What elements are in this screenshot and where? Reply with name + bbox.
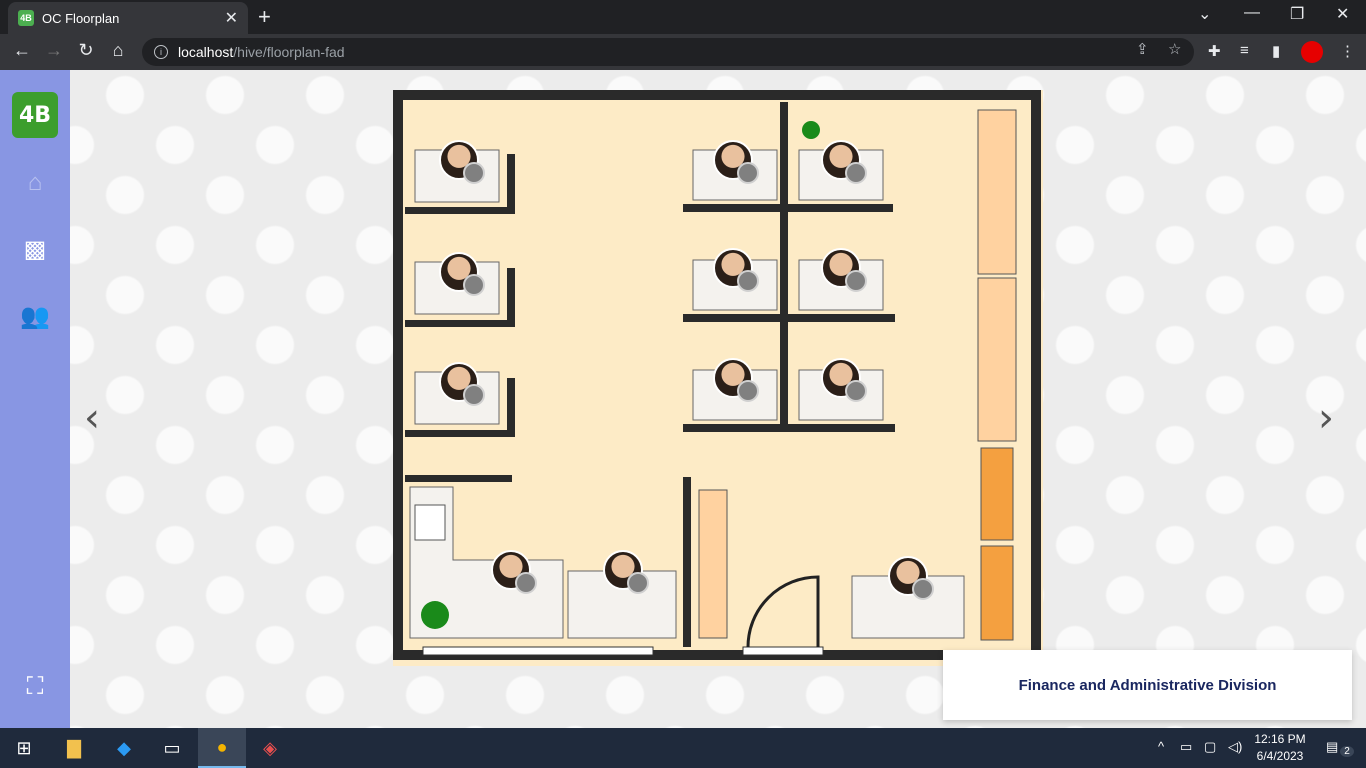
employee-avatar[interactable]: [821, 140, 867, 184]
close-tab-icon[interactable]: ✕: [225, 8, 238, 28]
employee-avatar[interactable]: [491, 550, 537, 594]
status-indicator: [515, 572, 537, 594]
forward-icon[interactable]: →: [42, 40, 66, 61]
tray-chevron-icon[interactable]: ^: [1158, 739, 1164, 754]
next-arrow-icon[interactable]: ›: [1318, 395, 1334, 441]
home-icon[interactable]: ⌂: [20, 168, 50, 198]
map-icon[interactable]: ▩: [20, 235, 50, 265]
taskbar: ⊞ ▇ ◆ ▭ ● ◈ ^ ▭ ▢ ◁) 12:16 PM 6/4/2023 ▤…: [0, 728, 1366, 768]
status-indicator: [737, 270, 759, 292]
home-browser-icon[interactable]: ⌂: [106, 40, 130, 61]
status-indicator: [627, 572, 649, 594]
reload-icon[interactable]: ↻: [74, 40, 98, 61]
extensions-icon[interactable]: ✚: [1208, 42, 1221, 60]
notification-center-icon[interactable]: ▤: [1326, 739, 1338, 755]
employee-avatar[interactable]: [439, 252, 485, 296]
volume-icon[interactable]: ◁): [1228, 739, 1242, 755]
status-indicator: [737, 380, 759, 402]
menu-kebab-icon[interactable]: ⋮: [1340, 42, 1355, 60]
floorplan: [393, 90, 1043, 666]
browser-tab[interactable]: 4B OC Floorplan ✕: [8, 2, 248, 34]
previous-arrow-icon[interactable]: ‹: [84, 395, 100, 441]
employee-avatar[interactable]: [821, 248, 867, 292]
share-icon[interactable]: ⇪: [1136, 40, 1149, 58]
windows-start-icon[interactable]: ⊞: [0, 728, 48, 768]
status-indicator: [912, 578, 934, 600]
url-host: localhost: [178, 44, 234, 60]
new-tab-icon[interactable]: +: [258, 4, 271, 30]
status-indicator: [463, 384, 485, 406]
employee-avatar[interactable]: [603, 550, 649, 594]
terminal-icon[interactable]: ▭: [148, 728, 196, 768]
side-panel-icon[interactable]: ▮: [1272, 42, 1280, 60]
url-path: /hive/floorplan-fad: [233, 44, 345, 60]
clock-date: 6/4/2023: [1256, 749, 1304, 763]
employee-avatar[interactable]: [821, 358, 867, 402]
back-icon[interactable]: ←: [10, 40, 34, 61]
battery-icon[interactable]: ▭: [1180, 739, 1192, 755]
status-indicator: [845, 380, 867, 402]
network-icon[interactable]: ▢: [1204, 739, 1216, 755]
profile-avatar[interactable]: [1301, 41, 1323, 63]
employee-avatar[interactable]: [713, 358, 759, 402]
tab-title: OC Floorplan: [42, 10, 120, 26]
group-frame-icon[interactable]: ⛶: [20, 672, 50, 702]
bookmark-star-icon[interactable]: ☆: [1168, 40, 1181, 58]
address-bar[interactable]: i localhost /hive/floorplan-fad: [142, 38, 1194, 66]
app-logo[interactable]: 4B: [12, 92, 58, 138]
employee-avatar[interactable]: [713, 248, 759, 292]
clock-time: 12:16 PM: [1254, 732, 1306, 746]
minimize-icon[interactable]: —: [1244, 4, 1260, 22]
git-app-icon[interactable]: ◈: [246, 728, 294, 768]
system-clock[interactable]: 12:16 PM 6/4/2023: [1250, 731, 1310, 765]
chevron-down-icon[interactable]: ⌄: [1198, 4, 1211, 24]
close-window-icon[interactable]: ✕: [1336, 4, 1349, 24]
app-favicon-icon: 4B: [18, 10, 34, 26]
vscode-icon[interactable]: ◆: [100, 728, 148, 768]
sidebar: 4B ⌂ ▩ 👥 ⛶: [0, 70, 70, 728]
browser-tabstrip: 4B OC Floorplan ✕ + ⌄ — ❐ ✕: [0, 0, 1366, 34]
users-icon[interactable]: 👥: [20, 302, 50, 332]
notification-count: 2: [1340, 746, 1354, 757]
page-content: 4B ⌂ ▩ 👥 ⛶ ‹ › Finance and Administrativ…: [0, 70, 1366, 728]
info-icon[interactable]: i: [154, 45, 168, 59]
status-indicator: [845, 270, 867, 292]
chrome-icon[interactable]: ●: [198, 728, 246, 768]
employee-avatar[interactable]: [439, 140, 485, 184]
status-indicator: [463, 274, 485, 296]
media-queue-icon[interactable]: ≡: [1240, 42, 1249, 59]
employee-avatar[interactable]: [888, 556, 934, 600]
file-explorer-icon[interactable]: ▇: [50, 728, 98, 768]
restore-icon[interactable]: ❐: [1290, 4, 1304, 24]
browser-toolbar: ← → ↻ ⌂ i localhost /hive/floorplan-fad …: [0, 34, 1366, 70]
division-label: Finance and Administrative Division: [943, 650, 1352, 720]
employee-avatar[interactable]: [439, 362, 485, 406]
employee-avatar[interactable]: [713, 140, 759, 184]
status-indicator: [845, 162, 867, 184]
status-indicator: [737, 162, 759, 184]
status-indicator: [463, 162, 485, 184]
